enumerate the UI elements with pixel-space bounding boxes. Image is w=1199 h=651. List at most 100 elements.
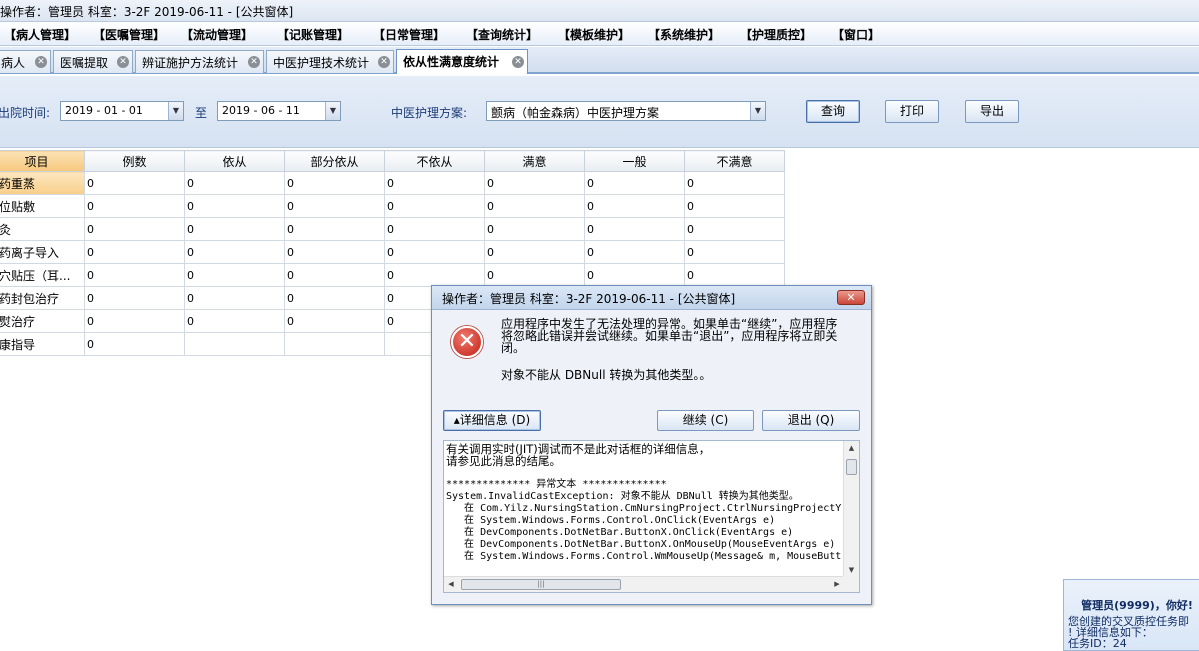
table-cell[interactable]: 0 bbox=[384, 217, 485, 241]
tab-close-icon[interactable]: ✕ bbox=[512, 56, 524, 68]
close-icon[interactable]: ✕ bbox=[837, 290, 865, 305]
table-cell[interactable]: 0 bbox=[484, 194, 585, 218]
table-cell[interactable]: 0 bbox=[584, 263, 685, 287]
table-cell[interactable]: 0 bbox=[284, 240, 385, 264]
scroll-left-icon[interactable]: ◀ bbox=[444, 577, 458, 592]
table-cell[interactable]: 0 bbox=[184, 240, 285, 264]
table-cell[interactable]: 0 bbox=[184, 194, 285, 218]
row-item-name[interactable]: 药重蒸 bbox=[0, 171, 85, 195]
column-header[interactable]: 一般 bbox=[584, 150, 685, 172]
table-row[interactable]: 药离子导入 0 0 0 0 0 0 0 bbox=[0, 240, 785, 264]
table-cell[interactable]: 0 bbox=[684, 217, 785, 241]
row-item-name[interactable]: 位贴敷 bbox=[0, 194, 85, 218]
column-header[interactable]: 例数 bbox=[84, 150, 185, 172]
tab-close-icon[interactable]: ✕ bbox=[35, 56, 47, 68]
menu-query[interactable]: 【查询统计】 bbox=[466, 26, 538, 43]
table-cell[interactable]: 0 bbox=[484, 240, 585, 264]
table-cell[interactable]: 0 bbox=[584, 217, 685, 241]
scroll-down-icon[interactable]: ▼ bbox=[844, 563, 859, 577]
scroll-thumb[interactable]: ||| bbox=[461, 579, 621, 590]
notification-popup[interactable]: 管理员(9999)，你好! 您创建的交叉质控任务即 ! 详细信息如下： 任务ID… bbox=[1063, 579, 1199, 651]
table-cell[interactable]: 0 bbox=[484, 171, 585, 195]
menu-quality[interactable]: 【护理质控】 bbox=[740, 26, 812, 43]
table-cell[interactable]: 0 bbox=[184, 171, 285, 195]
table-cell[interactable]: 0 bbox=[384, 263, 485, 287]
row-item-name[interactable]: 药离子导入 bbox=[0, 240, 85, 264]
scroll-up-icon[interactable]: ▲ bbox=[844, 441, 859, 455]
row-item-name[interactable]: 灸 bbox=[0, 217, 85, 241]
table-row[interactable]: 位贴敷 0 0 0 0 0 0 0 bbox=[0, 194, 785, 218]
column-header[interactable]: 不满意 bbox=[684, 150, 785, 172]
tab-patient[interactable]: 病人 ✕ bbox=[0, 50, 51, 73]
table-cell[interactable]: 0 bbox=[384, 171, 485, 195]
table-cell[interactable]: 0 bbox=[584, 240, 685, 264]
menu-orders[interactable]: 【医嘱管理】 bbox=[93, 26, 165, 43]
table-cell[interactable]: 0 bbox=[584, 194, 685, 218]
table-cell[interactable]: 0 bbox=[84, 309, 185, 333]
tab-compliance-satisfaction[interactable]: 依从性满意度统计 ✕ bbox=[396, 49, 528, 74]
row-item-name[interactable]: 康指导 bbox=[0, 332, 85, 356]
query-button[interactable]: 查询 bbox=[806, 100, 860, 123]
tab-close-icon[interactable]: ✕ bbox=[117, 56, 129, 68]
export-button[interactable]: 导出 bbox=[965, 100, 1019, 123]
table-cell[interactable]: 0 bbox=[384, 240, 485, 264]
table-cell[interactable]: 0 bbox=[684, 263, 785, 287]
table-cell[interactable]: 0 bbox=[284, 286, 385, 310]
column-header[interactable]: 满意 bbox=[484, 150, 585, 172]
table-cell[interactable]: 0 bbox=[84, 240, 185, 264]
table-cell[interactable]: 0 bbox=[284, 194, 385, 218]
table-cell[interactable]: 0 bbox=[484, 217, 585, 241]
chevron-down-icon[interactable]: ▼ bbox=[325, 102, 340, 120]
table-cell[interactable]: 0 bbox=[184, 286, 285, 310]
chevron-down-icon[interactable]: ▼ bbox=[750, 102, 765, 120]
table-cell[interactable]: 0 bbox=[584, 171, 685, 195]
continue-button[interactable]: 继续 (C) bbox=[657, 410, 754, 431]
row-item-name[interactable]: 熨治疗 bbox=[0, 309, 85, 333]
exception-details-box[interactable]: 有关调用实时(JIT)调试而不是此对话框的详细信息， 请参见此消息的结尾。 ****… bbox=[443, 440, 860, 593]
table-cell[interactable]: 0 bbox=[384, 194, 485, 218]
table-cell[interactable]: 0 bbox=[484, 263, 585, 287]
menu-daily[interactable]: 【日常管理】 bbox=[373, 26, 445, 43]
table-cell[interactable]: 0 bbox=[184, 263, 285, 287]
menu-window[interactable]: 【窗口】 bbox=[832, 26, 880, 43]
tab-syndrome-stats[interactable]: 辨证施护方法统计 ✕ bbox=[135, 50, 264, 73]
table-cell[interactable]: 0 bbox=[684, 240, 785, 264]
column-header[interactable]: 部分依从 bbox=[284, 150, 385, 172]
column-header[interactable]: 依从 bbox=[184, 150, 285, 172]
table-cell[interactable]: 0 bbox=[84, 286, 185, 310]
table-cell[interactable]: 0 bbox=[84, 171, 185, 195]
table-cell[interactable]: 0 bbox=[284, 171, 385, 195]
table-cell[interactable] bbox=[184, 332, 285, 356]
table-row[interactable]: 灸0000000 bbox=[0, 217, 785, 241]
table-cell[interactable]: 0 bbox=[84, 194, 185, 218]
details-button[interactable]: ▴详细信息 (D) bbox=[443, 410, 541, 431]
table-cell[interactable]: 0 bbox=[284, 217, 385, 241]
start-date-picker[interactable]: 2019 - 01 - 01 ▼ bbox=[60, 101, 184, 121]
table-cell[interactable]: 0 bbox=[684, 171, 785, 195]
exit-button[interactable]: 退出 (Q) bbox=[762, 410, 860, 431]
menu-flow[interactable]: 【流动管理】 bbox=[181, 26, 253, 43]
tab-close-icon[interactable]: ✕ bbox=[378, 56, 390, 68]
print-button[interactable]: 打印 bbox=[885, 100, 939, 123]
table-cell[interactable]: 0 bbox=[684, 194, 785, 218]
table-row[interactable]: 穴贴压（耳... 0 0 0 0 0 0 0 bbox=[0, 263, 785, 287]
chevron-down-icon[interactable]: ▼ bbox=[168, 102, 183, 120]
column-header[interactable]: 项目 bbox=[0, 150, 85, 172]
scroll-thumb[interactable] bbox=[846, 459, 857, 475]
table-cell[interactable]: 0 bbox=[84, 217, 185, 241]
table-row[interactable]: 药重蒸 0 0 0 0 0 0 0 bbox=[0, 171, 785, 195]
menu-system[interactable]: 【系统维护】 bbox=[648, 26, 720, 43]
scroll-right-icon[interactable]: ▶ bbox=[830, 577, 844, 592]
end-date-picker[interactable]: 2019 - 06 - 11 ▼ bbox=[217, 101, 341, 121]
table-cell[interactable]: 0 bbox=[184, 309, 285, 333]
column-header[interactable]: 不依从 bbox=[384, 150, 485, 172]
tab-tcm-tech-stats[interactable]: 中医护理技术统计 ✕ bbox=[266, 50, 394, 73]
table-cell[interactable]: 0 bbox=[284, 309, 385, 333]
tab-close-icon[interactable]: ✕ bbox=[248, 56, 260, 68]
menu-patient[interactable]: 【病人管理】 bbox=[4, 26, 76, 43]
row-item-name[interactable]: 穴贴压（耳... bbox=[0, 263, 85, 287]
table-cell[interactable]: 0 bbox=[184, 217, 285, 241]
horizontal-scrollbar[interactable]: ◀ ||| ▶ bbox=[444, 576, 844, 592]
tab-order-extract[interactable]: 医嘱提取 ✕ bbox=[53, 50, 133, 73]
menu-billing[interactable]: 【记账管理】 bbox=[277, 26, 349, 43]
